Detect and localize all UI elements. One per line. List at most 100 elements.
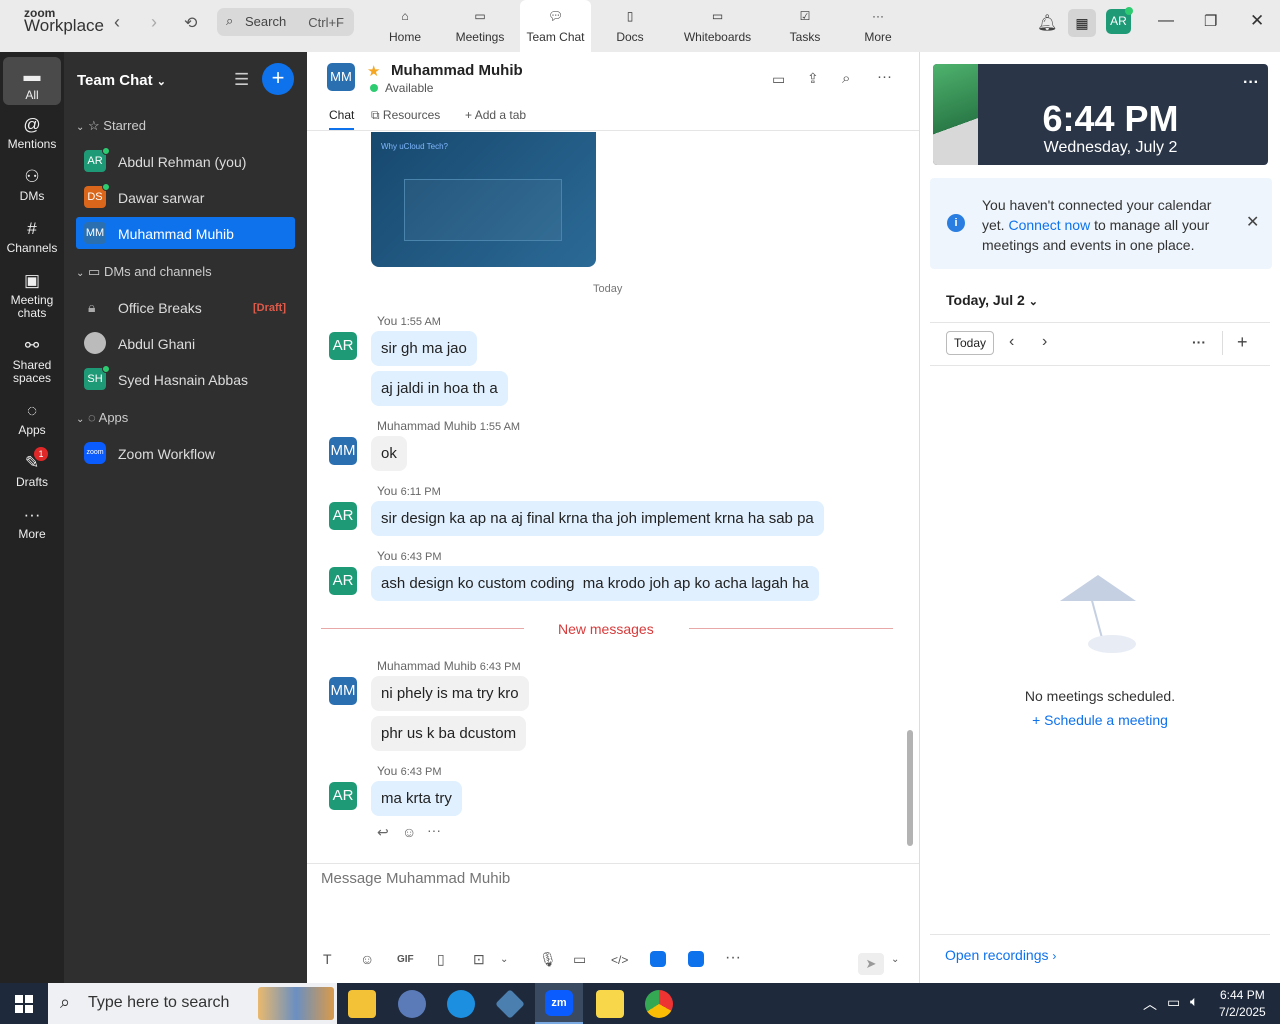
tab-more[interactable]: ··· More [858, 0, 898, 52]
more-dots-icon[interactable]: ··· [725, 949, 741, 967]
restore-icon[interactable]: ❐ [1204, 12, 1217, 30]
avatar[interactable]: AR [329, 782, 357, 810]
section-apps[interactable]: ⌄ ◌ Apps [76, 410, 128, 425]
avatar[interactable]: MM [329, 677, 357, 705]
previous-day-icon[interactable]: ‹ [1009, 333, 1014, 351]
chat-scrollbar[interactable] [907, 730, 913, 846]
chevron-down-icon[interactable]: ⌄ [500, 954, 508, 965]
message-input[interactable] [321, 870, 901, 930]
avatar[interactable]: MM [329, 437, 357, 465]
network-icon[interactable]: ▭ [1167, 994, 1180, 1011]
emoji-react-icon[interactable]: ☺ [402, 824, 416, 840]
section-starred[interactable]: ⌄ ☆ Starred [76, 118, 146, 134]
history-icon[interactable]: ⟲ [184, 13, 197, 33]
sidebar-item-abdul-ghani[interactable]: Abdul Ghani [76, 327, 295, 359]
chevron-down-icon[interactable]: ⌄ [891, 954, 899, 965]
more-actions-icon[interactable]: ··· [427, 822, 441, 838]
today-button[interactable]: Today [946, 331, 994, 355]
sidebar-item-office-breaks[interactable]: 🔒︎ Office Breaks [Draft] [76, 291, 295, 323]
search-icon[interactable]: ⌕ [842, 70, 850, 87]
rail-all[interactable]: ▬ All [3, 57, 61, 105]
rail-meeting-chats[interactable]: ▣ Meeting chats [0, 270, 64, 320]
message-bubble[interactable]: ok [371, 436, 407, 471]
reply-icon[interactable]: ↩ [377, 824, 389, 841]
message-bubble[interactable]: aj jaldi in hoa th a [371, 371, 508, 406]
contact-avatar[interactable]: MM [327, 63, 355, 91]
more-options-icon[interactable]: ··· [1192, 334, 1206, 350]
sidebar-item-abdul-rehman[interactable]: AR Abdul Rehman (you) [76, 145, 295, 177]
taskbar-search[interactable]: ⌕ Type here to search [48, 983, 337, 1024]
app-icon[interactable] [688, 951, 704, 967]
windows-start-icon[interactable] [15, 995, 33, 1013]
message-bubble[interactable]: phr us k ba dcustom [371, 716, 527, 751]
avatar[interactable]: AR [329, 567, 357, 595]
message-bubble[interactable]: sir design ka ap na aj final krna tha jo… [371, 501, 824, 536]
file-icon[interactable]: ▯ [437, 951, 445, 968]
schedule-meeting-link[interactable]: + Schedule a meeting [920, 712, 1280, 728]
tab-team-chat[interactable]: 💬︎ Team Chat [520, 0, 591, 52]
taskbar-clock[interactable]: 6:44 PM 7/2/2025 [1219, 988, 1266, 1019]
rail-apps[interactable]: ◌ Apps [0, 400, 64, 437]
app-icon[interactable] [650, 951, 666, 967]
tab-whiteboards[interactable]: ▭ Whiteboards [680, 0, 755, 52]
sidebar-item-syed-hasnain[interactable]: SH Syed Hasnain Abbas [76, 363, 295, 395]
avatar[interactable]: AR [329, 332, 357, 360]
app-icon[interactable] [398, 990, 426, 1018]
open-recordings-link[interactable]: Open recordings › [945, 947, 1056, 963]
video-message-icon[interactable]: ▭ [573, 951, 586, 968]
gif-icon[interactable]: GIF [397, 954, 414, 965]
more-options-icon[interactable]: ··· [1243, 74, 1259, 92]
send-icon[interactable]: ➤ [858, 953, 884, 975]
chrome-browser-icon[interactable] [645, 990, 673, 1018]
sidebar-item-dawar-sarwar[interactable]: DS Dawar sarwar [76, 181, 295, 213]
tab-chat[interactable]: Chat [329, 108, 355, 130]
filter-icon[interactable]: ☰ [234, 70, 249, 90]
add-tab-button[interactable]: + Add a tab [465, 108, 526, 122]
message-bubble[interactable]: ni phely is ma try kro [371, 676, 529, 711]
message-bubble[interactable]: sir gh ma jao [371, 331, 477, 366]
close-icon[interactable]: ✕ [1250, 11, 1264, 31]
rail-more[interactable]: ··· More [0, 504, 64, 541]
volume-icon[interactable]: 🔈︎ [1190, 993, 1198, 1010]
tab-resources[interactable]: ⧉ Resources [371, 108, 440, 123]
connect-now-link[interactable]: Connect now [1008, 217, 1090, 233]
tab-tasks[interactable]: ☑ Tasks [785, 0, 825, 52]
sidebar-item-muhammad-muhib[interactable]: MM Muhammad Muhib [76, 217, 295, 249]
next-day-icon[interactable]: › [1042, 333, 1047, 351]
sidebar-title[interactable]: Team Chat ⌄ [77, 72, 166, 89]
emoji-icon[interactable]: ☺ [360, 951, 374, 967]
file-explorer-icon[interactable] [348, 990, 376, 1018]
video-call-icon[interactable]: ▭ [772, 71, 785, 88]
back-arrow-icon[interactable]: ‹ [114, 12, 120, 33]
day-selector[interactable]: Today, Jul 2 ⌄ [946, 292, 1038, 308]
rail-shared-spaces[interactable]: ⚯ Shared spaces [0, 335, 64, 385]
minimize-icon[interactable]: — [1158, 12, 1174, 30]
microphone-icon[interactable]: 🎙︎ [539, 951, 557, 968]
image-attachment[interactable]: Why uCloud Tech? [371, 132, 596, 267]
edge-browser-icon[interactable] [447, 990, 475, 1018]
bell-icon[interactable]: 🔔︎ [1037, 13, 1057, 33]
app-icon[interactable] [495, 989, 525, 1019]
message-bubble[interactable]: ma krta try [371, 781, 462, 816]
code-icon[interactable]: </> [611, 953, 628, 967]
star-icon[interactable]: ★ [367, 62, 380, 80]
share-screen-icon[interactable]: ⇪ [807, 70, 819, 87]
message-bubble[interactable]: ash design ko custom coding ma krodo joh… [371, 566, 819, 601]
forward-arrow-icon[interactable]: › [151, 12, 157, 33]
search-bar[interactable]: ⌕ Search Ctrl+F [217, 8, 354, 36]
rail-dms[interactable]: ⚇ DMs [0, 166, 64, 203]
close-icon[interactable]: ✕ [1246, 212, 1259, 232]
rail-channels[interactable]: # Channels [0, 218, 64, 255]
contact-name[interactable]: Muhammad Muhib [391, 62, 523, 79]
avatar[interactable]: AR [329, 502, 357, 530]
rail-drafts[interactable]: ✎ Drafts [0, 452, 64, 489]
sticky-notes-icon[interactable] [596, 990, 624, 1018]
rail-mentions[interactable]: @ Mentions [0, 114, 64, 151]
new-chat-button[interactable]: + [262, 63, 294, 95]
tab-docs[interactable]: ▯ Docs [605, 0, 655, 52]
tab-home[interactable]: ⌂ Home [380, 0, 430, 52]
tab-meetings[interactable]: ▭ Meetings [450, 0, 510, 52]
section-dms-channels[interactable]: ⌄ ▭ DMs and channels [76, 264, 212, 280]
add-event-icon[interactable]: + [1237, 332, 1248, 353]
calendar-icon[interactable]: ▦ [1068, 9, 1096, 37]
